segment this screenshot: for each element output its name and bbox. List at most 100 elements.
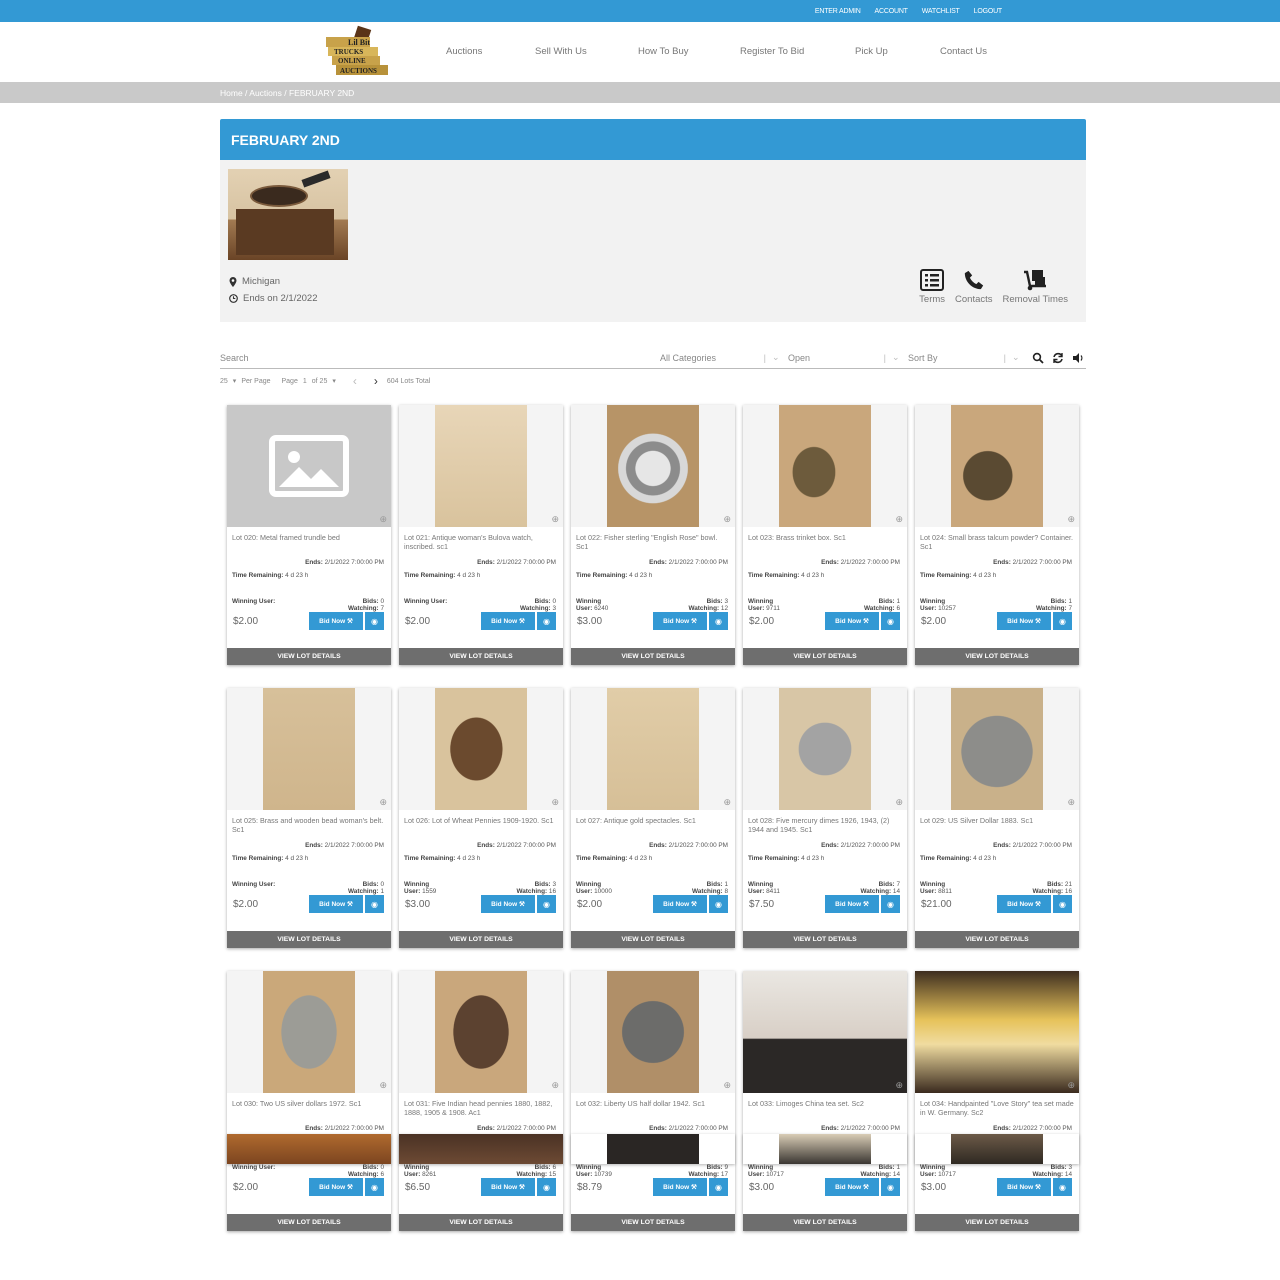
watch-button[interactable]: ◉ bbox=[1053, 895, 1072, 913]
lot-card[interactable]: ⊕ Lot 021: Antique woman's Bulova watch,… bbox=[399, 405, 563, 665]
lot-card[interactable]: ⊕ Lot 024: Small brass talcum powder? Co… bbox=[915, 405, 1079, 665]
watchlist-link[interactable]: WATCHLIST bbox=[922, 8, 960, 15]
watch-button[interactable]: ◉ bbox=[537, 1178, 556, 1196]
prev-page-icon[interactable]: ‹ bbox=[353, 374, 357, 388]
lot-card[interactable]: ⊕ Lot 031: Five Indian head pennies 1880… bbox=[399, 971, 563, 1231]
lot-title[interactable]: Lot 033: Limoges China tea set. Sc2 bbox=[748, 1099, 902, 1117]
lot-card[interactable]: ⊕ Lot 023: Brass trinket box. Sc1 Ends: … bbox=[743, 405, 907, 665]
view-lot-details-button[interactable]: VIEW LOT DETAILS bbox=[571, 1214, 735, 1231]
lot-title[interactable]: Lot 023: Brass trinket box. Sc1 bbox=[748, 533, 902, 551]
view-lot-details-button[interactable]: VIEW LOT DETAILS bbox=[743, 931, 907, 948]
account-link[interactable]: ACCOUNT bbox=[875, 8, 908, 15]
lot-photo[interactable]: ⊕ bbox=[915, 688, 1079, 810]
lot-card[interactable] bbox=[743, 1134, 907, 1164]
lot-title[interactable]: Lot 020: Metal framed trundle bed bbox=[232, 533, 386, 551]
bid-now-button[interactable]: Bid Now ⚒ bbox=[653, 612, 707, 630]
view-lot-details-button[interactable]: VIEW LOT DETAILS bbox=[227, 648, 391, 665]
lot-title[interactable]: Lot 028: Five mercury dimes 1926, 1943, … bbox=[748, 816, 902, 834]
watch-button[interactable]: ◉ bbox=[365, 612, 384, 630]
zoom-icon[interactable]: ⊕ bbox=[1067, 1080, 1075, 1091]
lot-title[interactable]: Lot 031: Five Indian head pennies 1880, … bbox=[404, 1099, 558, 1117]
lot-photo[interactable]: ⊕ bbox=[399, 688, 563, 810]
bid-now-button[interactable]: Bid Now ⚒ bbox=[481, 895, 535, 913]
nav-contact-us[interactable]: Contact Us bbox=[940, 46, 987, 57]
lot-card[interactable] bbox=[915, 1134, 1079, 1164]
lot-title[interactable]: Lot 026: Lot of Wheat Pennies 1909-1920.… bbox=[404, 816, 558, 834]
lot-title[interactable]: Lot 025: Brass and wooden bead woman's b… bbox=[232, 816, 386, 834]
refresh-icon[interactable] bbox=[1052, 352, 1064, 364]
zoom-icon[interactable]: ⊕ bbox=[723, 1080, 731, 1091]
zoom-icon[interactable]: ⊕ bbox=[895, 1080, 903, 1091]
view-lot-details-button[interactable]: VIEW LOT DETAILS bbox=[915, 648, 1079, 665]
lot-card[interactable]: ⊕ Lot 020: Metal framed trundle bed Ends… bbox=[227, 405, 391, 665]
lot-photo[interactable]: ⊕ bbox=[915, 405, 1079, 527]
lot-photo[interactable]: ⊕ bbox=[571, 971, 735, 1093]
lot-card[interactable]: ⊕ Lot 025: Brass and wooden bead woman's… bbox=[227, 688, 391, 948]
watch-button[interactable]: ◉ bbox=[709, 895, 728, 913]
nav-how-to-buy[interactable]: How To Buy bbox=[638, 46, 740, 57]
bid-now-button[interactable]: Bid Now ⚒ bbox=[825, 895, 879, 913]
bid-now-button[interactable]: Bid Now ⚒ bbox=[309, 612, 363, 630]
zoom-icon[interactable]: ⊕ bbox=[723, 797, 731, 808]
bid-now-button[interactable]: Bid Now ⚒ bbox=[825, 1178, 879, 1196]
lot-card[interactable]: ⊕ Lot 022: Fisher sterling "English Rose… bbox=[571, 405, 735, 665]
watch-button[interactable]: ◉ bbox=[365, 895, 384, 913]
lot-title[interactable]: Lot 029: US Silver Dollar 1883. Sc1 bbox=[920, 816, 1074, 834]
nav-register-to-bid[interactable]: Register To Bid bbox=[740, 46, 855, 57]
bid-now-button[interactable]: Bid Now ⚒ bbox=[309, 895, 363, 913]
nav-pick-up[interactable]: Pick Up bbox=[855, 46, 940, 57]
lot-photo[interactable]: ⊕ bbox=[743, 971, 907, 1093]
watch-button[interactable]: ◉ bbox=[709, 612, 728, 630]
view-lot-details-button[interactable]: VIEW LOT DETAILS bbox=[227, 1214, 391, 1231]
breadcrumb-text[interactable]: Home / Auctions / FEBRUARY 2ND bbox=[220, 88, 354, 98]
view-lot-details-button[interactable]: VIEW LOT DETAILS bbox=[571, 931, 735, 948]
zoom-icon[interactable]: ⊕ bbox=[551, 797, 559, 808]
lot-card[interactable]: ⊕ Lot 033: Limoges China tea set. Sc2 En… bbox=[743, 971, 907, 1231]
next-page-icon[interactable]: › bbox=[374, 374, 378, 388]
bid-now-button[interactable]: Bid Now ⚒ bbox=[653, 895, 707, 913]
nav-sell-with-us[interactable]: Sell With Us bbox=[535, 46, 638, 57]
lot-photo[interactable]: ⊕ bbox=[743, 688, 907, 810]
speaker-icon[interactable] bbox=[1072, 352, 1084, 364]
lot-title[interactable]: Lot 032: Liberty US half dollar 1942. Sc… bbox=[576, 1099, 730, 1117]
status-select[interactable]: Open | bbox=[782, 353, 892, 363]
watch-button[interactable]: ◉ bbox=[1053, 612, 1072, 630]
lot-card[interactable]: ⊕ Lot 028: Five mercury dimes 1926, 1943… bbox=[743, 688, 907, 948]
view-lot-details-button[interactable]: VIEW LOT DETAILS bbox=[571, 648, 735, 665]
search-input[interactable]: Search bbox=[220, 353, 660, 363]
lot-photo[interactable]: ⊕ bbox=[399, 405, 563, 527]
lot-photo[interactable]: ⊕ bbox=[227, 971, 391, 1093]
terms-button[interactable]: Terms bbox=[919, 269, 945, 305]
sort-select[interactable]: Sort By | bbox=[902, 353, 1012, 363]
lot-card[interactable]: ⊕ Lot 027: Antique gold spectacles. Sc1 … bbox=[571, 688, 735, 948]
zoom-icon[interactable]: ⊕ bbox=[379, 797, 387, 808]
lot-photo[interactable]: ⊕ bbox=[399, 971, 563, 1093]
lot-photo[interactable]: ⊕ bbox=[227, 405, 391, 527]
view-lot-details-button[interactable]: VIEW LOT DETAILS bbox=[743, 648, 907, 665]
zoom-icon[interactable]: ⊕ bbox=[1067, 514, 1075, 525]
bid-now-button[interactable]: Bid Now ⚒ bbox=[481, 612, 535, 630]
bid-now-button[interactable]: Bid Now ⚒ bbox=[653, 1178, 707, 1196]
lot-card[interactable]: ⊕ Lot 030: Two US silver dollars 1972. S… bbox=[227, 971, 391, 1231]
lot-title[interactable]: Lot 022: Fisher sterling "English Rose" … bbox=[576, 533, 730, 551]
zoom-icon[interactable]: ⊕ bbox=[895, 797, 903, 808]
lot-card[interactable] bbox=[571, 1134, 735, 1164]
view-lot-details-button[interactable]: VIEW LOT DETAILS bbox=[399, 931, 563, 948]
lot-card[interactable]: ⊕ Lot 026: Lot of Wheat Pennies 1909-192… bbox=[399, 688, 563, 948]
lot-title[interactable]: Lot 034: Handpainted "Love Story" tea se… bbox=[920, 1099, 1074, 1117]
contacts-button[interactable]: Contacts bbox=[955, 269, 993, 305]
zoom-icon[interactable]: ⊕ bbox=[379, 1080, 387, 1091]
lot-photo[interactable]: ⊕ bbox=[571, 405, 735, 527]
watch-button[interactable]: ◉ bbox=[881, 612, 900, 630]
view-lot-details-button[interactable]: VIEW LOT DETAILS bbox=[915, 931, 1079, 948]
view-lot-details-button[interactable]: VIEW LOT DETAILS bbox=[399, 648, 563, 665]
watch-button[interactable]: ◉ bbox=[881, 895, 900, 913]
lot-photo[interactable]: ⊕ bbox=[915, 971, 1079, 1093]
auction-thumbnail[interactable] bbox=[228, 169, 348, 260]
zoom-icon[interactable]: ⊕ bbox=[379, 514, 387, 525]
zoom-icon[interactable]: ⊕ bbox=[551, 514, 559, 525]
watch-button[interactable]: ◉ bbox=[537, 612, 556, 630]
zoom-icon[interactable]: ⊕ bbox=[551, 1080, 559, 1091]
lot-card[interactable] bbox=[399, 1134, 563, 1164]
lot-title[interactable]: Lot 027: Antique gold spectacles. Sc1 bbox=[576, 816, 730, 834]
